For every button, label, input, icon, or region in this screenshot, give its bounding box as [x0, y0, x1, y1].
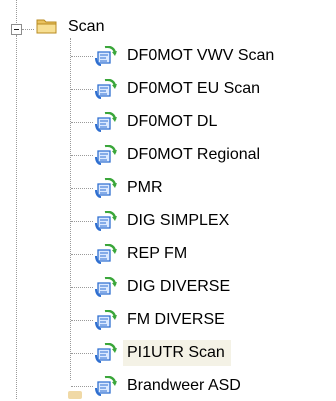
tree-item-label: DIG SIMPLEX: [127, 212, 230, 229]
tree-item-label: FM DIVERSE: [127, 311, 225, 328]
folder-open-icon: [36, 19, 57, 34]
tree-line-root-lower: [16, 35, 17, 399]
scan-channel-icon: [95, 342, 117, 363]
tree-item-label: DF0MOT VWV Scan: [127, 47, 275, 64]
tree-line-branch: [71, 254, 93, 255]
tree-item-label: PI1UTR Scan: [123, 340, 231, 366]
next-folder-icon-partial: [68, 391, 82, 399]
tree-view: Scan DF0MOT VWV Scan DF0MOT EU Scan DF0MOT…: [0, 0, 336, 399]
tree-line-branch: [71, 188, 93, 189]
tree-item-label: DF0MOT EU Scan: [127, 80, 261, 97]
scan-channel-icon: [95, 276, 117, 297]
scan-channel-icon: [95, 45, 117, 66]
tree-item-label: DF0MOT Regional: [127, 146, 261, 163]
tree-item-label: DIG DIVERSE: [127, 278, 231, 295]
tree-line-branch: [71, 56, 93, 57]
tree-item-label: DF0MOT DL: [127, 113, 218, 130]
tree-line-branch: [71, 122, 93, 123]
tree-line-branch: [71, 320, 93, 321]
tree-line-branch: [71, 386, 93, 387]
tree-line-root-branch: [22, 29, 34, 30]
tree-root-label[interactable]: Scan: [68, 16, 104, 38]
scan-channel-icon: [95, 78, 117, 99]
tree-line-branch: [71, 287, 93, 288]
scan-channel-icon: [95, 177, 117, 198]
tree-line-root: [16, 0, 17, 23]
scan-channel-icon: [95, 111, 117, 132]
tree-item-label: PMR: [127, 179, 163, 196]
scan-channel-icon: [95, 375, 117, 396]
tree-item-label: Brandweer ASD: [127, 377, 241, 394]
scan-channel-icon: [95, 210, 117, 231]
tree-line-branch: [71, 353, 93, 354]
tree-item-label: REP FM: [127, 245, 188, 262]
tree-line-branch: [71, 89, 93, 90]
scan-channel-icon: [95, 309, 117, 330]
scan-channel-icon: [95, 243, 117, 264]
scan-channel-icon: [95, 144, 117, 165]
collapse-toggle[interactable]: [11, 24, 22, 35]
tree-line-branch: [71, 155, 93, 156]
tree-line-branch: [71, 221, 93, 222]
